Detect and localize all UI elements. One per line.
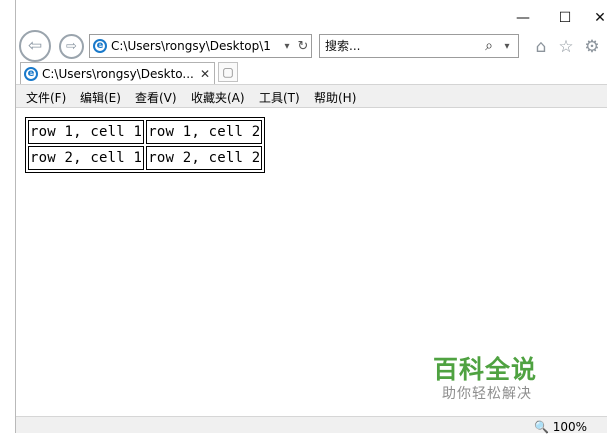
table-row: row 1, cell 1 row 1, cell 2 [28, 120, 263, 144]
menu-file[interactable]: 文件(F) [26, 89, 66, 106]
tab-title[interactable]: C:\Users\rongsy\Deskto... [42, 67, 196, 81]
table-cell: row 1, cell 2 [146, 120, 263, 144]
menu-tools[interactable]: 工具(T) [259, 89, 300, 106]
table-row: row 2, cell 1 row 2, cell 2 [28, 146, 263, 170]
home-icon[interactable]: ⌂ [531, 37, 551, 57]
menu-bar: 文件(F) 编辑(E) 查看(V) 收藏夹(A) 工具(T) 帮助(H) [16, 84, 607, 108]
new-tab-icon: ▢ [222, 65, 234, 79]
html-table: row 1, cell 1 row 1, cell 2 row 2, cell … [25, 117, 266, 173]
table-cell: row 2, cell 2 [146, 146, 263, 170]
back-button[interactable]: ⇦ [19, 30, 51, 62]
menu-help[interactable]: 帮助(H) [314, 89, 356, 106]
maximize-button[interactable]: ☐ [552, 7, 578, 29]
watermark-subtitle: 助你轻松解决 [442, 386, 532, 402]
ie-tab-icon: e [24, 66, 38, 81]
search-input[interactable] [320, 36, 479, 56]
search-dropdown-icon[interactable]: ▾ [499, 41, 515, 52]
zoom-level[interactable]: 🔍 100% [534, 420, 587, 434]
status-bar: 🔍 100% [16, 416, 607, 434]
menu-view[interactable]: 查看(V) [135, 89, 177, 106]
refresh-icon[interactable]: ↻ [295, 39, 311, 54]
table-cell: row 2, cell 1 [28, 146, 145, 170]
address-dropdown-icon[interactable]: ▾ [279, 41, 295, 52]
arrow-left-icon: ⇦ [27, 36, 43, 56]
star-icon[interactable]: ☆ [556, 37, 576, 57]
ie-page-icon: e [93, 39, 107, 53]
search-icon[interactable]: ⌕ [479, 38, 499, 54]
menu-edit[interactable]: 编辑(E) [80, 89, 121, 106]
watermark-title: 百科全说 [433, 355, 538, 384]
tab-close-icon[interactable]: ✕ [196, 67, 214, 81]
tab-current[interactable]: e C:\Users\rongsy\Deskto... ✕ [20, 62, 215, 84]
close-window-button[interactable]: ✕ [592, 7, 607, 29]
address-text[interactable]: C:\Users\rongsy\Desktop\1 [111, 39, 279, 53]
forward-button[interactable]: ⇨ [59, 34, 84, 59]
menu-favorites[interactable]: 收藏夹(A) [191, 89, 245, 106]
arrow-right-icon: ⇨ [66, 39, 77, 54]
address-bar[interactable]: e C:\Users\rongsy\Desktop\1 ▾ ↻ [89, 34, 312, 58]
minimize-button[interactable]: — [510, 7, 536, 29]
new-tab-button[interactable]: ▢ [218, 62, 238, 82]
table-cell: row 1, cell 1 [28, 120, 145, 144]
gear-icon[interactable]: ⚙ [582, 37, 602, 57]
search-box[interactable]: ⌕ ▾ [319, 34, 519, 58]
navigation-bar: ⇦ ⇨ e C:\Users\rongsy\Desktop\1 ▾ ↻ ⌕ ▾ … [16, 30, 607, 62]
tab-strip: e C:\Users\rongsy\Deskto... ✕ ▢ [16, 62, 607, 84]
title-bar: — ☐ ✕ [16, 0, 607, 34]
